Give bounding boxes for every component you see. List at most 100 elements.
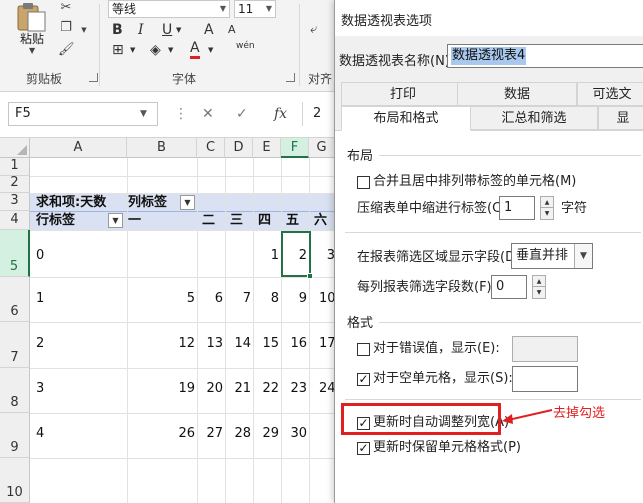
empty-cell-label[interactable]: 对于空单元格，显示(S):	[373, 371, 513, 387]
tab-alt-text[interactable]: 可选文	[577, 82, 643, 106]
col-header-2[interactable]: 二	[202, 212, 215, 230]
italic-button[interactable]: I	[138, 20, 144, 40]
font-color-button[interactable]: A	[190, 40, 200, 59]
font-name-select[interactable]: 等线 ▼	[108, 0, 230, 18]
row-header-10[interactable]: 10	[0, 458, 30, 503]
value-cell[interactable]: 1	[253, 248, 279, 264]
grow-font-button[interactable]: A	[204, 20, 214, 40]
column-labels-caption[interactable]: 列标签	[128, 194, 167, 212]
bold-button[interactable]: B	[112, 20, 123, 40]
fill-dropdown-icon[interactable]: ▼	[168, 40, 173, 60]
value-cell[interactable]: 6	[197, 291, 223, 307]
error-value-label[interactable]: 对于错误值，显示(E):	[373, 341, 500, 357]
tab-totals-filters[interactable]: 汇总和筛选	[470, 106, 598, 130]
pivot-title[interactable]: 求和项:天数	[36, 194, 106, 212]
phonetic-button[interactable]: wén	[236, 40, 255, 52]
value-cell[interactable]: 8	[253, 291, 279, 307]
column-header-g[interactable]: G	[309, 138, 335, 158]
font-size-select[interactable]: 11 ▼	[234, 0, 276, 18]
row-key-cell[interactable]: 4	[36, 426, 44, 442]
underline-dropdown-icon[interactable]: ▼	[176, 20, 181, 40]
indent-input[interactable]: 1	[499, 196, 535, 220]
error-value-input[interactable]	[512, 336, 578, 362]
value-cell[interactable]: 9	[281, 291, 307, 307]
row-filter-button[interactable]: ▼	[108, 213, 123, 228]
empty-cell-checkbox[interactable]: ✓	[357, 373, 370, 386]
value-cell[interactable]: 15	[253, 336, 279, 352]
font-launcher-icon[interactable]	[286, 73, 295, 82]
row-key-cell[interactable]: 3	[36, 381, 44, 397]
col-header-6[interactable]: 六	[314, 212, 327, 230]
fill-color-icon[interactable]: ◈	[150, 40, 161, 60]
row-header-3[interactable]: 3	[0, 193, 30, 211]
column-header-a[interactable]: A	[30, 138, 127, 158]
more-icon[interactable]: ⋮	[174, 102, 188, 126]
value-cell[interactable]: 17	[319, 336, 335, 352]
row-header-9[interactable]: 9	[0, 413, 30, 458]
row-header-6[interactable]: 6	[0, 277, 30, 322]
row-header-7[interactable]: 7	[0, 322, 30, 368]
copy-dropdown-icon[interactable]: ▼	[76, 22, 92, 38]
tab-print[interactable]: 打印	[341, 82, 465, 106]
border-icon[interactable]: ⊞	[112, 40, 124, 60]
row-key-cell[interactable]: 1	[36, 291, 44, 307]
column-filter-button[interactable]: ▼	[180, 195, 195, 210]
value-cell[interactable]: 26	[127, 426, 195, 442]
column-header-f[interactable]: F	[281, 138, 309, 158]
value-cell[interactable]: 7	[225, 291, 251, 307]
tab-layout-format[interactable]: 布局和格式	[341, 106, 471, 131]
row-header-8[interactable]: 8	[0, 368, 30, 413]
value-cell[interactable]: 5	[127, 291, 195, 307]
confirm-button[interactable]: ✓	[236, 102, 248, 126]
row-header-1[interactable]: 1	[0, 158, 30, 176]
row-labels-caption[interactable]: 行标签	[36, 212, 75, 230]
column-header-e[interactable]: E	[253, 138, 281, 158]
value-cell[interactable]: 24	[319, 381, 335, 397]
error-value-checkbox[interactable]	[357, 343, 370, 356]
fields-per-col-spinner[interactable]: ▲ ▼	[532, 275, 546, 299]
empty-cell-input[interactable]	[512, 366, 578, 392]
col-header-3[interactable]: 三	[230, 212, 243, 230]
value-cell[interactable]: 20	[197, 381, 223, 397]
value-cell[interactable]: 13	[197, 336, 223, 352]
value-cell[interactable]: 16	[281, 336, 307, 352]
column-header-c[interactable]: C	[197, 138, 225, 158]
dialog-titlebar[interactable]: 数据透视表选项	[335, 0, 643, 36]
underline-button[interactable]: U	[162, 20, 172, 40]
insert-function-button[interactable]: fx	[274, 102, 287, 126]
row-header-4[interactable]: 4	[0, 211, 30, 230]
font-color-dropdown-icon[interactable]: ▼	[208, 40, 213, 60]
value-cell[interactable]: 10	[319, 291, 335, 307]
row-header-5[interactable]: 5	[0, 230, 30, 277]
pivot-name-input[interactable]: 数据透视表4	[447, 44, 643, 68]
wrap-text-icon[interactable]: ⤶	[310, 22, 317, 37]
value-cell[interactable]: 12	[127, 336, 195, 352]
value-cell[interactable]: 29	[253, 426, 279, 442]
value-cell[interactable]: 19	[127, 381, 195, 397]
active-cell-selection[interactable]	[281, 231, 311, 277]
paste-button[interactable]: 粘贴	[20, 30, 44, 47]
preserve-format-label[interactable]: 更新时保留单元格格式(P)	[373, 440, 521, 456]
fill-handle[interactable]	[307, 273, 313, 279]
spin-up-icon[interactable]: ▲	[541, 197, 553, 208]
value-cell[interactable]: 21	[225, 381, 251, 397]
cut-icon[interactable]: ✂	[58, 0, 74, 16]
preserve-format-checkbox[interactable]: ✓	[357, 442, 370, 455]
border-dropdown-icon[interactable]: ▼	[130, 40, 135, 60]
fields-per-col-input[interactable]: 0	[491, 275, 527, 299]
tab-display[interactable]: 显	[598, 106, 643, 130]
cancel-button[interactable]: ✕	[202, 102, 214, 126]
merge-center-label[interactable]: 合并且居中排列带标签的单元格(M)	[373, 174, 576, 190]
row-key-cell[interactable]: 0	[36, 248, 44, 264]
value-cell[interactable]: 27	[197, 426, 223, 442]
row-key-cell[interactable]: 2	[36, 336, 44, 352]
chevron-down-icon[interactable]: ▼	[140, 102, 147, 126]
merge-center-checkbox[interactable]	[357, 176, 370, 189]
chevron-down-icon[interactable]: ▼	[574, 244, 592, 268]
copy-icon[interactable]: ❐	[58, 20, 74, 36]
chevron-down-icon[interactable]: ▼	[29, 46, 35, 55]
indent-spinner[interactable]: ▲ ▼	[540, 196, 554, 220]
value-cell[interactable]: 30	[281, 426, 307, 442]
row-header-2[interactable]: 2	[0, 175, 30, 193]
tab-data[interactable]: 数据	[457, 82, 577, 106]
